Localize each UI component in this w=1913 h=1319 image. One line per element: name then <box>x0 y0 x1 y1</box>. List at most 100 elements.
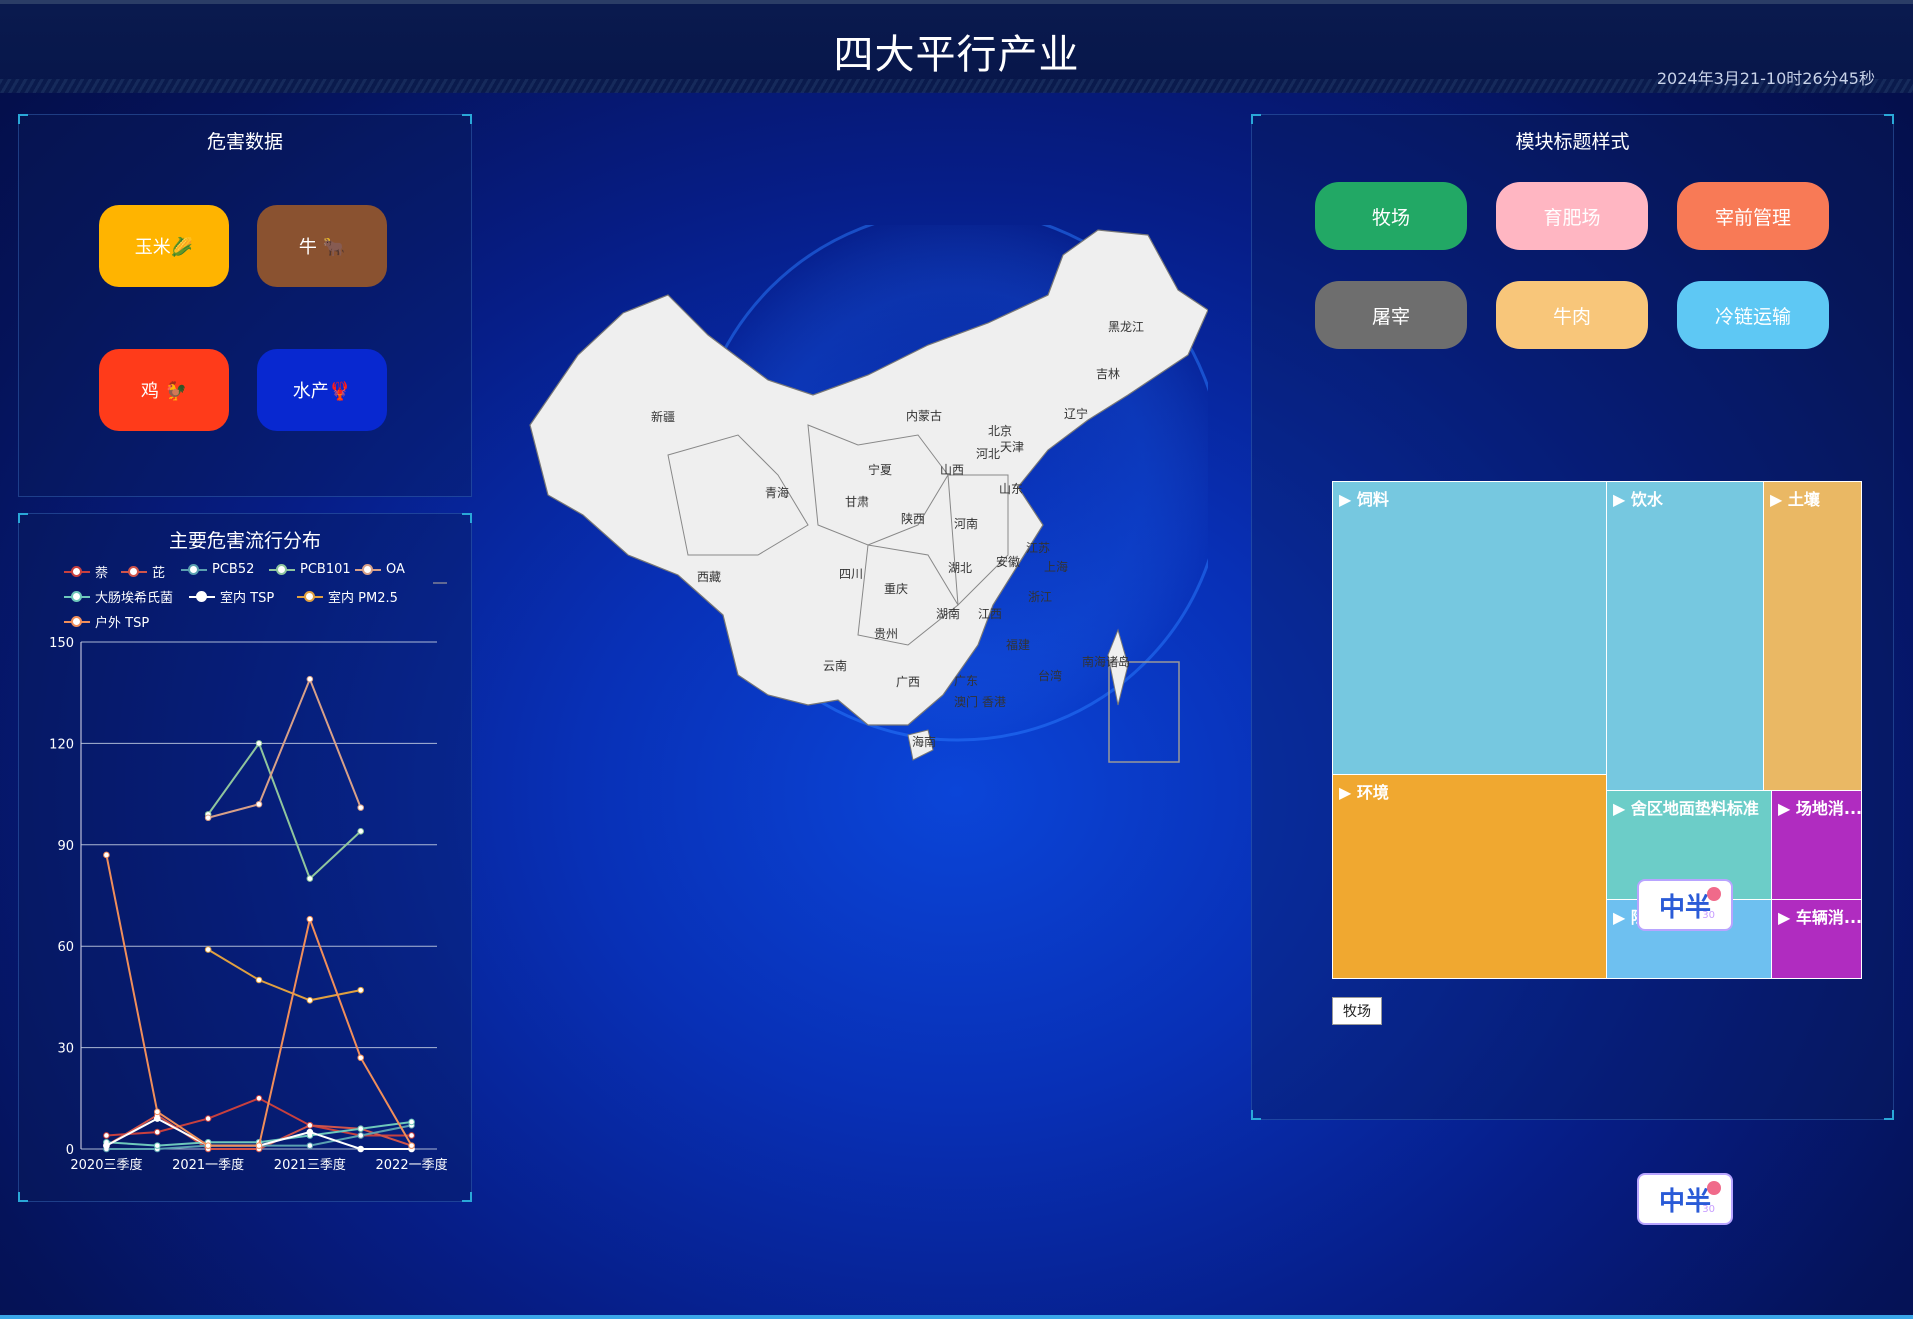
hazard-button-chicken[interactable]: 鸡 🐓 <box>99 349 229 431</box>
y-tick-label: 30 <box>57 1042 74 1057</box>
legend-swatch <box>121 565 147 578</box>
series-line <box>105 854 413 1147</box>
map-label-chongqing: 重庆 <box>884 582 909 596</box>
treemap-cell-water[interactable]: ▶ 饮水 <box>1606 481 1764 791</box>
header: 四大平行产业 2024年3月21-10时26分45秒 <box>0 0 1913 93</box>
module-button-beef[interactable]: 牛肉 <box>1496 281 1648 349</box>
map-label-taiwan: 台湾 <box>1038 669 1063 683</box>
data-point <box>357 827 365 835</box>
treemap-cell-vehicle-disinfect[interactable]: ▶ 车辆消... <box>1771 899 1862 979</box>
data-point <box>255 1095 263 1102</box>
legend-item[interactable]: 室内 TSP <box>189 587 274 606</box>
treemap-breadcrumb[interactable]: 牧场 <box>1332 997 1382 1025</box>
module-button-pasture[interactable]: 牧场 <box>1315 182 1467 250</box>
y-tick-label: 90 <box>57 839 74 854</box>
data-point <box>306 915 314 923</box>
floating-badge[interactable]: 中半 30 <box>1637 1173 1733 1225</box>
data-point <box>103 1142 110 1149</box>
map-label-tianjin: 天津 <box>1000 440 1025 454</box>
legend-swatch <box>355 563 381 576</box>
data-point <box>153 1115 161 1122</box>
legend-label: PCB52 <box>212 562 255 577</box>
module-panel-title: 模块标题样式 <box>1515 131 1630 153</box>
chart-panel-title: 主要危害流行分布 <box>168 530 321 552</box>
map-label-liaoning: 辽宁 <box>1064 407 1089 421</box>
data-point <box>204 814 212 822</box>
page-title: 四大平行产业 <box>833 32 1080 78</box>
treemap-cell-site-disinfect[interactable]: ▶ 场地消... <box>1771 790 1862 900</box>
legend-label: PCB101 <box>300 562 351 577</box>
legend-item[interactable]: 萘 <box>64 562 108 581</box>
hazard-button-aquatic[interactable]: 水产🦞 <box>257 349 387 431</box>
data-point <box>204 1115 212 1122</box>
module-button-slaughter[interactable]: 屠宰 <box>1315 281 1467 349</box>
treemap-cell-soil[interactable]: ▶ 土壤 <box>1763 481 1862 791</box>
data-point <box>357 1054 365 1062</box>
download-icon[interactable] <box>433 570 447 584</box>
hazard-panel-title: 危害数据 <box>206 131 283 153</box>
map-label-jiangxi: 江西 <box>978 607 1003 621</box>
map-label-fujian: 福建 <box>1006 638 1031 652</box>
legend-swatch <box>189 590 215 603</box>
chart-panel: 主要危害流行分布 萘 芘 PCB52 PCB101 OA 大肠埃希氏菌 室内 TSP 室内 P… <box>18 513 472 1202</box>
y-tick-label: 150 <box>49 636 74 651</box>
module-button-coldchain[interactable]: 冷链运输 <box>1677 281 1829 349</box>
data-point <box>153 1108 161 1116</box>
map-label-shanxi: 山西 <box>940 463 965 477</box>
treemap-cell-feed[interactable]: ▶ 饲料 <box>1332 481 1607 775</box>
map-label-shandong: 山东 <box>999 482 1024 496</box>
series-line <box>207 676 362 819</box>
y-tick-label: 60 <box>57 940 74 955</box>
legend-item[interactable]: 大肠埃希氏菌 <box>64 587 173 606</box>
map-label-nanhai: 南海诸岛 <box>1082 655 1131 669</box>
china-map[interactable]: 黑龙江 吉林 辽宁 内蒙古 北京 天津 河北 山西 山东 新疆 宁夏 甘肃 青海… <box>508 225 1208 765</box>
line-chart: 0 30 60 90 120 150 2020三季度 2021一季度 2021三季度 2022一季… <box>49 636 448 1173</box>
data-point <box>306 1142 314 1149</box>
legend-item[interactable]: PCB52 <box>181 562 254 577</box>
module-panel: 模块标题样式 牧场 育肥场 宰前管理 屠宰 牛肉 冷链运输 ▶ 饲料 ▶ 饮水 … <box>1251 114 1894 1120</box>
header-deco-bar <box>0 79 1913 93</box>
legend-label: 芘 <box>152 566 166 581</box>
map-label-qinghai: 青海 <box>765 486 790 500</box>
map-label-shanghai: 上海 <box>1044 560 1069 574</box>
map-label-jiangsu: 江苏 <box>1026 541 1051 555</box>
floating-badge-inline[interactable]: 中半 30 <box>1637 879 1733 931</box>
hazard-button-cattle[interactable]: 牛 🐂 <box>257 205 387 287</box>
data-point <box>255 800 263 808</box>
x-tick-label: 2021一季度 <box>172 1157 244 1173</box>
legend-item[interactable]: 室内 PM2.5 <box>297 587 398 606</box>
module-button-preslaughter[interactable]: 宰前管理 <box>1677 182 1829 250</box>
map-label-beijing: 北京 <box>988 424 1013 438</box>
x-tick-label: 2022一季度 <box>376 1157 448 1173</box>
map-label-hubei: 湖北 <box>948 561 973 575</box>
map-label-sichuan: 四川 <box>839 567 864 581</box>
hazard-button-corn[interactable]: 玉米🌽 <box>99 205 229 287</box>
data-point <box>306 1128 314 1136</box>
data-point <box>408 1132 415 1139</box>
map-label-anhui: 安徽 <box>996 555 1021 569</box>
legend-swatch <box>64 565 90 578</box>
legend-swatch <box>64 590 90 603</box>
legend-item[interactable]: 芘 <box>121 562 165 581</box>
data-point <box>255 740 263 747</box>
map-label-hebei: 河北 <box>976 447 1001 461</box>
legend-swatch <box>297 590 323 603</box>
map-label-guizhou: 贵州 <box>874 627 899 641</box>
module-button-feedlot[interactable]: 育肥场 <box>1496 182 1648 250</box>
legend-item[interactable]: PCB101 <box>269 562 351 577</box>
map-label-ningxia: 宁夏 <box>868 463 893 477</box>
x-tick-label: 2020三季度 <box>70 1157 142 1173</box>
legend-item[interactable]: OA <box>355 562 405 577</box>
hazard-panel: 危害数据 玉米🌽 牛 🐂 鸡 🐓 水产🦞 <box>18 114 472 497</box>
legend-label: 室内 PM2.5 <box>328 591 398 606</box>
data-point <box>204 1142 212 1149</box>
treemap-cell-environment[interactable]: ▶ 环境 <box>1332 774 1607 979</box>
data-point <box>153 1142 161 1149</box>
legend-swatch <box>269 563 295 576</box>
data-point <box>357 804 365 811</box>
y-tick-label: 0 <box>66 1143 74 1158</box>
data-point <box>408 1118 415 1126</box>
data-point <box>306 1122 314 1129</box>
dashboard-root: 四大平行产业 2024年3月21-10时26分45秒 危害数据 玉米🌽 牛 🐂 … <box>0 0 1913 1319</box>
map-label-xinjiang: 新疆 <box>651 410 676 424</box>
